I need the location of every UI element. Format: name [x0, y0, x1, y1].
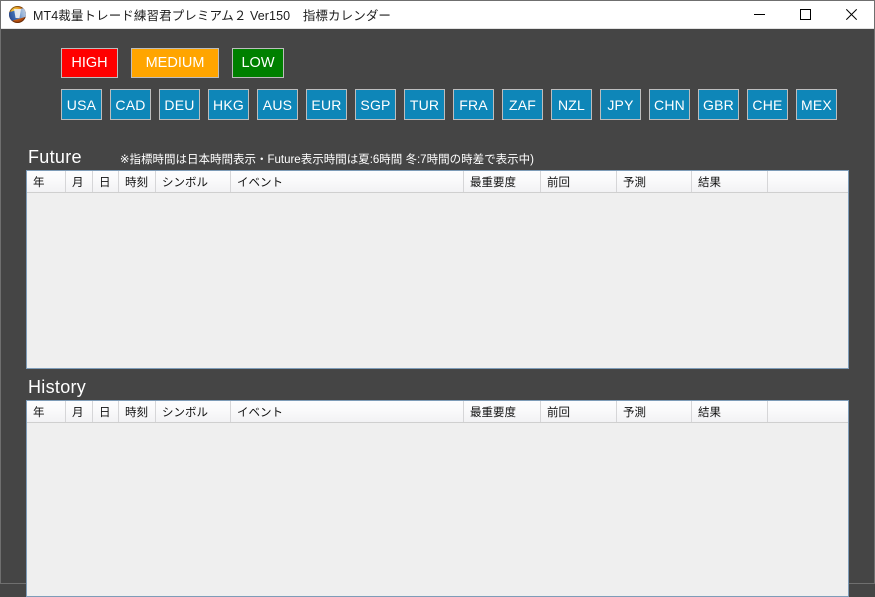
country-filter-deu[interactable]: DEU — [159, 89, 200, 120]
importance-filter-low[interactable]: LOW — [232, 48, 284, 78]
column-header-day[interactable]: 日 — [93, 171, 119, 192]
country-filter-nzl[interactable]: NZL — [551, 89, 592, 120]
history-grid-body[interactable] — [27, 423, 848, 596]
future-section-header: Future ※指標時間は日本時間表示・Future表示時間は夏:6時間 冬:7… — [28, 147, 534, 168]
column-header-spacer[interactable] — [768, 171, 848, 192]
column-header-month[interactable]: 月 — [66, 401, 93, 422]
history-grid[interactable]: 年月日時刻 シンボル イベント 最重要度 前回 予測 結果 — [26, 400, 849, 597]
column-header-spacer[interactable] — [768, 401, 848, 422]
column-header-time[interactable]: 時刻 — [119, 401, 156, 422]
column-header-time[interactable]: 時刻 — [119, 171, 156, 192]
minimize-icon — [753, 14, 765, 15]
title-bar: MT4裁量トレード練習君プレミアム２ Ver150 指標カレンダー — [1, 1, 874, 29]
country-filter-group: USA CAD DEU HKG AUS EUR SGP TUR FRA ZAF NZL JPY CHN G… — [61, 89, 837, 120]
column-header-importance[interactable]: 最重要度 — [464, 171, 541, 192]
country-filter-chn[interactable]: CHN — [649, 89, 690, 120]
country-filter-che[interactable]: CHE — [747, 89, 788, 120]
column-header-month[interactable]: 月 — [66, 171, 93, 192]
window-title: MT4裁量トレード練習君プレミアム２ Ver150 指標カレンダー — [33, 9, 392, 23]
column-header-importance[interactable]: 最重要度 — [464, 401, 541, 422]
future-title: Future — [28, 147, 82, 167]
history-section-header: History — [28, 377, 86, 398]
window-controls — [736, 1, 874, 28]
column-header-event[interactable]: イベント — [231, 171, 464, 192]
maximize-button[interactable] — [782, 1, 828, 28]
column-header-result[interactable]: 結果 — [692, 401, 768, 422]
app-logo-icon — [9, 6, 26, 23]
column-header-previous[interactable]: 前回 — [541, 171, 617, 192]
future-grid-header: 年月日時刻 シンボル イベント 最重要度 前回 予測 結果 — [27, 171, 848, 193]
importance-filter-high[interactable]: HIGH — [61, 48, 118, 78]
importance-filter-group: HIGH MEDIUM LOW — [61, 48, 284, 78]
column-header-day[interactable]: 日 — [93, 401, 119, 422]
close-button[interactable] — [828, 1, 874, 28]
country-filter-jpy[interactable]: JPY — [600, 89, 641, 120]
history-title: History — [28, 377, 87, 397]
country-filter-gbr[interactable]: GBR — [698, 89, 739, 120]
country-filter-cad[interactable]: CAD — [110, 89, 151, 120]
future-grid[interactable]: 年月日時刻 シンボル イベント 最重要度 前回 予測 結果 — [26, 170, 849, 369]
minimize-button[interactable] — [736, 1, 782, 28]
application-window: MT4裁量トレード練習君プレミアム２ Ver150 指標カレンダー HIGH M… — [0, 0, 875, 597]
column-header-previous[interactable]: 前回 — [541, 401, 617, 422]
close-icon — [845, 9, 857, 20]
column-header-symbol[interactable]: シンボル — [156, 171, 231, 192]
country-filter-tur[interactable]: TUR — [404, 89, 445, 120]
column-header-forecast[interactable]: 予測 — [617, 171, 692, 192]
future-note: ※指標時間は日本時間表示・Future表示時間は夏:6時間 冬:7時間の時差で表… — [119, 154, 534, 166]
column-header-result[interactable]: 結果 — [692, 171, 768, 192]
column-header-year[interactable]: 年 — [27, 171, 66, 192]
history-grid-header: 年月日時刻 シンボル イベント 最重要度 前回 予測 結果 — [27, 401, 848, 423]
column-header-symbol[interactable]: シンボル — [156, 401, 231, 422]
country-filter-aus[interactable]: AUS — [257, 89, 298, 120]
column-header-forecast[interactable]: 予測 — [617, 401, 692, 422]
future-grid-body[interactable] — [27, 193, 848, 368]
country-filter-eur[interactable]: EUR — [306, 89, 347, 120]
country-filter-mex[interactable]: MEX — [796, 89, 837, 120]
column-header-event[interactable]: イベント — [231, 401, 464, 422]
country-filter-zaf[interactable]: ZAF — [502, 89, 543, 120]
column-header-year[interactable]: 年 — [27, 401, 66, 422]
country-filter-hkg[interactable]: HKG — [208, 89, 249, 120]
country-filter-sgp[interactable]: SGP — [355, 89, 396, 120]
importance-filter-medium[interactable]: MEDIUM — [131, 48, 219, 78]
country-filter-usa[interactable]: USA — [61, 89, 102, 120]
country-filter-fra[interactable]: FRA — [453, 89, 494, 120]
window-body: HIGH MEDIUM LOW USA CAD DEU HKG AUS EUR SGP TUR… — [1, 29, 874, 597]
maximize-icon — [799, 9, 811, 20]
